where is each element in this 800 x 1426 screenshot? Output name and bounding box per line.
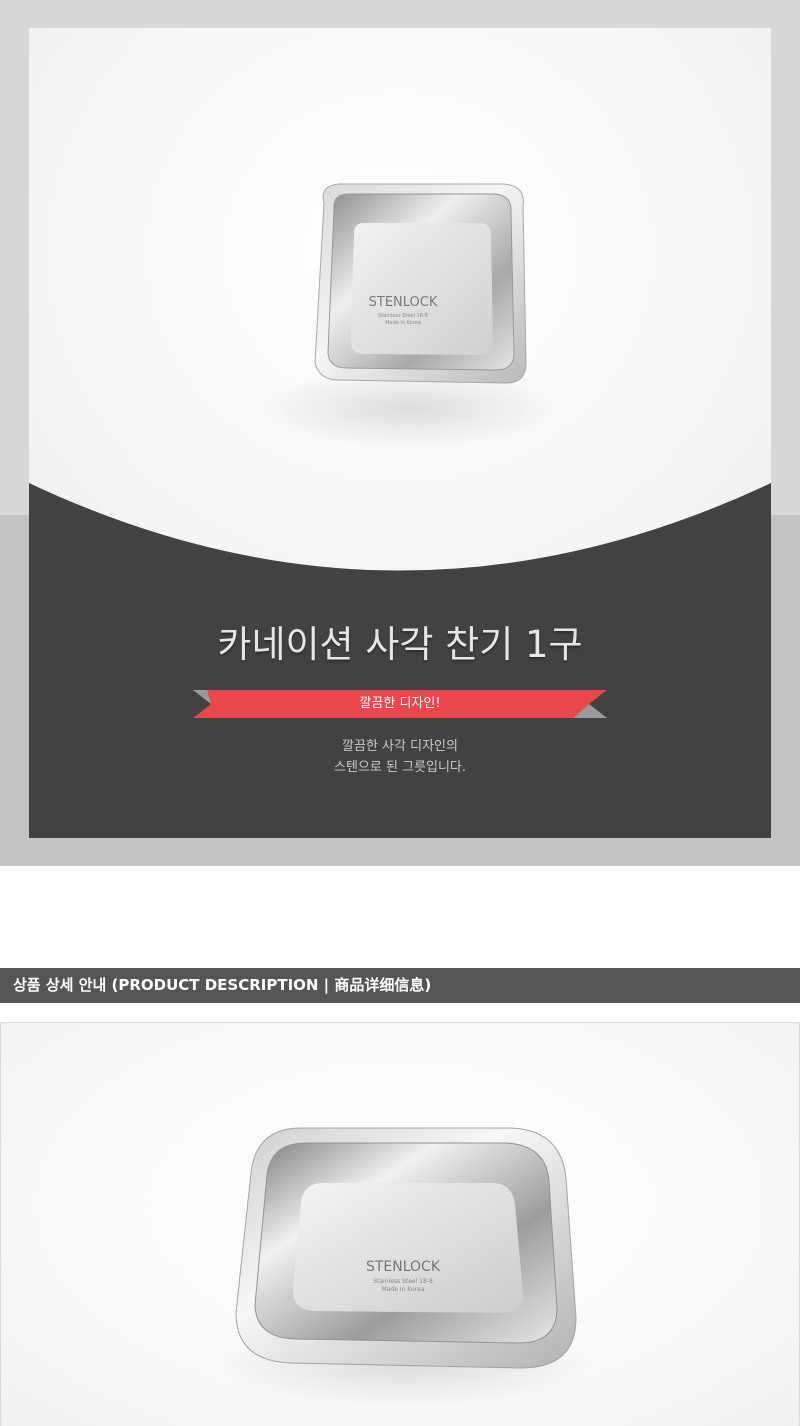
hero-card: STENLOCK Stainless Steel 18-8 Made in Ko… — [29, 28, 771, 838]
page-title: 카네이션 사각 찬기 1구 — [217, 623, 583, 666]
detail-product-photo: STENLOCK Stainless Steel 18-8 Made in Ko… — [0, 1022, 800, 1426]
ribbon-label: 깔끔한 디자인! — [359, 696, 441, 711]
product-description: 깔끔한 사각 디자인의 스텐으로 된 그릇입니다. — [29, 736, 771, 778]
detail-product-logo-sub2: Made in Korea — [382, 1286, 425, 1293]
description-line: 깔끔한 사각 디자인의 — [342, 739, 458, 754]
detail-product-logo-text: STENLOCK — [366, 1259, 441, 1275]
detail-product-logo-sub1: Stainless Steel 18-8 — [373, 1278, 433, 1285]
section-header-bar: 상품 상세 안내 (PRODUCT DESCRIPTION | 商品详细信息) — [0, 968, 800, 1003]
description-line: 스텐으로 된 그릇입니다. — [334, 760, 466, 775]
section-title: 상품 상세 안내 (PRODUCT DESCRIPTION | 商品详细信息) — [13, 976, 432, 994]
square-dish-detail-image: STENLOCK Stainless Steel 18-8 Made in Ko… — [215, 1127, 595, 1408]
ribbon-banner: 깔끔한 디자인! — [193, 690, 607, 718]
